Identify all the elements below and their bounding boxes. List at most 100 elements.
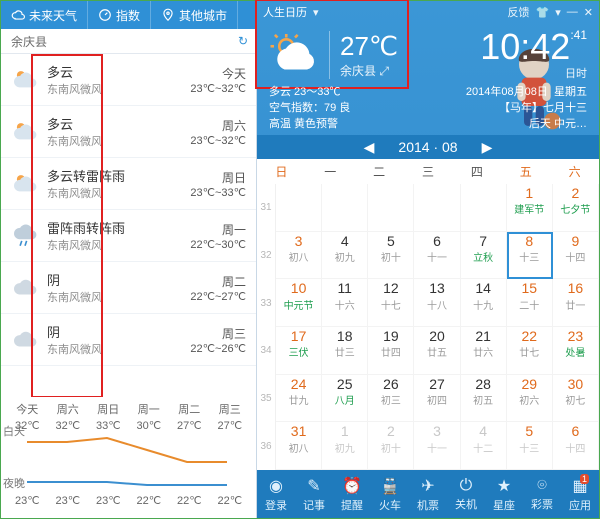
calendar-day[interactable]: 31初八: [276, 422, 322, 470]
clock: 10:42:41: [480, 29, 587, 65]
forecast-row[interactable]: 阴东南风微风周三22℃~26℃: [1, 314, 256, 366]
forecast-row[interactable]: 多云东南风微风周六23℃~32℃: [1, 106, 256, 158]
calendar-day[interactable]: 2七夕节: [553, 184, 599, 232]
calendar-day[interactable]: 21廿六: [461, 327, 507, 375]
tab-index[interactable]: 指数: [88, 1, 151, 29]
cloud-icon: [11, 8, 25, 22]
dock-label: 提醒: [341, 497, 363, 513]
calendar-day[interactable]: 20廿五: [414, 327, 460, 375]
calendar-day[interactable]: 16廿一: [553, 279, 599, 327]
calendar-day[interactable]: 17三伏: [276, 327, 322, 375]
dock-ticket[interactable]: ⌾彩票: [531, 477, 553, 512]
menu-icon[interactable]: ▾: [555, 6, 561, 19]
week-number: 32: [257, 232, 276, 280]
tab-other-cities[interactable]: 其他城市: [151, 1, 238, 29]
calendar-day: [461, 184, 507, 232]
star-icon: ★: [497, 476, 511, 496]
calendar-day[interactable]: 9十四: [553, 232, 599, 280]
current-location: 余庆县: [340, 64, 376, 78]
shirt-icon[interactable]: 👕: [536, 6, 550, 19]
feedback-link[interactable]: 反馈: [508, 4, 530, 20]
forecast-day: 周日: [190, 169, 246, 186]
calendar-day[interactable]: 18廿三: [322, 327, 368, 375]
gauge-icon: [98, 8, 112, 22]
calendar-day[interactable]: 8十三: [507, 232, 553, 280]
weather-warning: 高温 黄色预警: [269, 115, 466, 131]
calendar-day[interactable]: 24廿九: [276, 375, 322, 423]
note-icon: ✎: [307, 476, 320, 496]
refresh-icon[interactable]: ↻: [238, 34, 248, 48]
forecast-row[interactable]: 阴东南风微风周二22℃~27℃: [1, 262, 256, 314]
expand-icon[interactable]: ⤢: [379, 64, 389, 78]
close-icon[interactable]: ✕: [584, 6, 593, 19]
calendar-day[interactable]: 5十三: [507, 422, 553, 470]
forecast-wind: 东南风微风: [47, 341, 190, 357]
calendar-day[interactable]: 29初六: [507, 375, 553, 423]
month-nav: ◀ 2014 · 08 ▶: [257, 135, 599, 159]
calendar-day[interactable]: 14十九: [461, 279, 507, 327]
calendar-day[interactable]: 12十七: [368, 279, 414, 327]
forecast-cond: 多云转雷阵雨: [47, 166, 190, 185]
calendar-day: [276, 184, 322, 232]
forecast-wind: 东南风微风: [47, 133, 190, 149]
city-search-input[interactable]: [9, 33, 238, 49]
calendar-day[interactable]: 1建军节: [507, 184, 553, 232]
forecast-row[interactable]: 雷阵雨转阵雨东南风微风周一22℃~30℃: [1, 210, 256, 262]
forecast-row[interactable]: 多云转雷阵雨东南风微风周日23℃~33℃: [1, 158, 256, 210]
city-search: ↻: [1, 29, 256, 54]
calendar-day[interactable]: 3十一: [414, 422, 460, 470]
dock-train[interactable]: 🚆火车: [379, 476, 401, 513]
calendar-day[interactable]: 4十二: [461, 422, 507, 470]
chart-day-labels: 今天周六周日周一周二周三: [7, 401, 250, 417]
tab-future-weather[interactable]: 未来天气: [1, 1, 88, 29]
weather-block: 27℃ 余庆县 ⤢ 10:42:41 日时: [257, 23, 599, 83]
calendar-day[interactable]: 10中元节: [276, 279, 322, 327]
calendar-day[interactable]: 6十一: [414, 232, 460, 280]
dock-bell[interactable]: ⏰提醒: [341, 476, 363, 513]
calendar-day[interactable]: 2初十: [368, 422, 414, 470]
dock-star[interactable]: ★星座: [493, 476, 515, 513]
calendar-day[interactable]: 27初四: [414, 375, 460, 423]
dock-plane[interactable]: ✈机票: [417, 476, 439, 513]
calendar-day[interactable]: 25八月: [322, 375, 368, 423]
calendar-day[interactable]: 3初八: [276, 232, 322, 280]
dock-note[interactable]: ✎记事: [303, 476, 325, 513]
dock-user[interactable]: ◉登录: [265, 476, 287, 513]
forecast-row[interactable]: 多云东南风微风今天23℃~32℃: [1, 54, 256, 106]
calendar-day[interactable]: 7立秋: [461, 232, 507, 280]
calendar-day[interactable]: 4初九: [322, 232, 368, 280]
calendar-day[interactable]: 30初七: [553, 375, 599, 423]
forecast-icon: [11, 118, 39, 146]
forecast-icon: [11, 326, 39, 354]
dock-apps[interactable]: ▦应用1: [569, 476, 591, 513]
calendar-day[interactable]: 15二十: [507, 279, 553, 327]
minimize-icon[interactable]: —: [567, 6, 578, 18]
dock-power[interactable]: ⏻关机: [455, 477, 477, 512]
bell-icon: ⏰: [342, 476, 362, 496]
next-month[interactable]: ▶: [476, 139, 499, 156]
calendar-day[interactable]: 5初十: [368, 232, 414, 280]
tab-label: 未来天气: [29, 7, 77, 24]
forecast-cond: 多云: [47, 62, 190, 81]
calendar-panel: 人生日历 ▾ 反馈 👕 ▾ — ✕ 27℃ 余庆县 ⤢ 10:42:41: [257, 1, 599, 518]
calendar-day[interactable]: 6十四: [553, 422, 599, 470]
calendar-day[interactable]: 22廿七: [507, 327, 553, 375]
calendar-day[interactable]: 1初九: [322, 422, 368, 470]
forecast-icon: [11, 222, 39, 250]
calendar-day[interactable]: 19廿四: [368, 327, 414, 375]
ticket-icon: ⌾: [537, 477, 547, 495]
month-label[interactable]: 2014 · 08: [398, 139, 457, 155]
power-icon: ⏻: [460, 477, 473, 495]
chart-low-legend: 夜晚: [3, 475, 25, 491]
prev-month[interactable]: ◀: [358, 139, 381, 156]
calendar-day[interactable]: 26初三: [368, 375, 414, 423]
chart-high-legend: 白天: [3, 423, 25, 439]
weather-details: 多云 23～33℃ 空气指数：79 良 高温 黄色预警 2014年08月08日 …: [257, 83, 599, 135]
weather-range: 多云 23～33℃: [269, 83, 466, 99]
filter-icon[interactable]: ▾: [313, 6, 319, 19]
calendar-day[interactable]: 28初五: [461, 375, 507, 423]
dock-label: 登录: [265, 497, 287, 513]
calendar-day[interactable]: 11十六: [322, 279, 368, 327]
calendar-day[interactable]: 23处暑: [553, 327, 599, 375]
calendar-day[interactable]: 13十八: [414, 279, 460, 327]
